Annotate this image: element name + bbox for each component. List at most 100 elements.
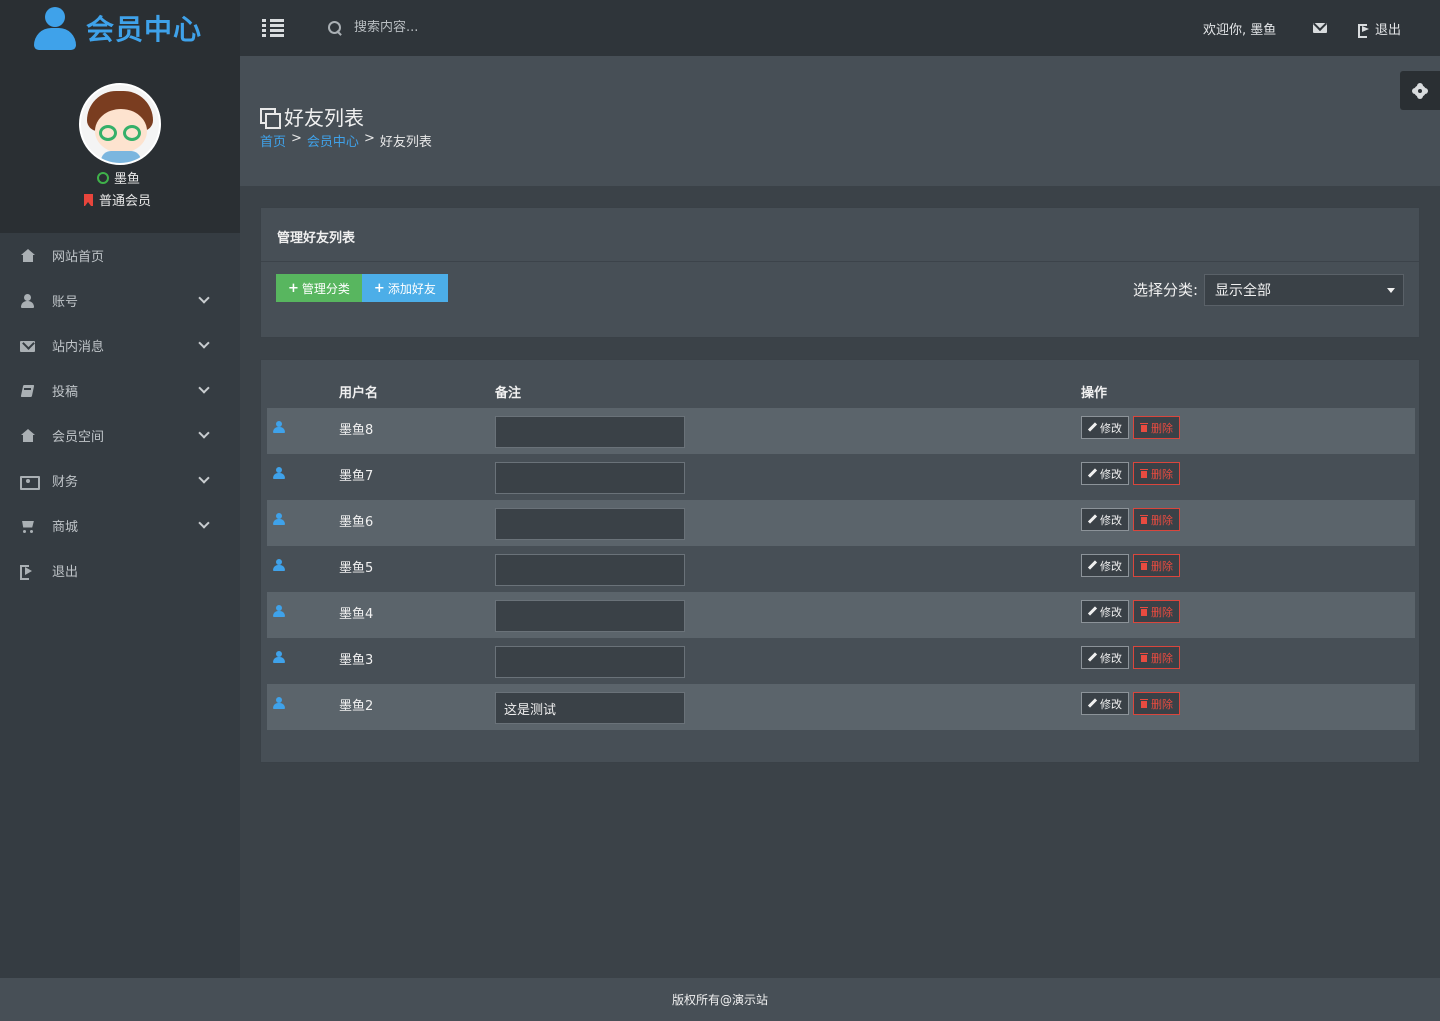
profile-name: 墨鱼 — [97, 168, 140, 187]
friend-note-input[interactable] — [495, 508, 685, 540]
edit-label: 修改 — [1100, 697, 1122, 711]
bookmark-icon — [84, 193, 93, 206]
sidebar-item-label: 网站首页 — [52, 250, 105, 265]
sidebar-item[interactable]: 退出 — [0, 548, 240, 593]
envelope-icon — [20, 339, 36, 353]
edit-button[interactable]: 修改 — [1081, 416, 1129, 439]
user-icon — [273, 651, 285, 663]
sidebar-item[interactable]: 投稿 — [0, 368, 240, 413]
edit-button[interactable]: 修改 — [1081, 600, 1129, 623]
row-actions: 修改 删除 — [1081, 416, 1180, 439]
sidebar-item-label: 商城 — [52, 520, 79, 535]
friends-table: 用户名 备注 操作 墨鱼8 修改 删除 墨鱼7 修改 删除 墨鱼6 修改 删除 墨鱼5 修改 删除 墨鱼… — [260, 359, 1420, 763]
row-actions: 修改 删除 — [1081, 508, 1180, 531]
friend-username: 墨鱼8 — [339, 423, 374, 438]
sidebar-item[interactable]: 财务 — [0, 458, 240, 503]
manage-friends-panel: 管理好友列表 + 管理分类 + 添加好友 选择分类: 显示全部 — [260, 207, 1420, 338]
category-select[interactable]: 显示全部 — [1204, 274, 1404, 306]
avatar[interactable] — [79, 83, 161, 165]
caret-down-icon — [1387, 288, 1395, 293]
edit-button[interactable]: 修改 — [1081, 508, 1129, 531]
friend-note-input[interactable] — [495, 554, 685, 586]
mail-icon[interactable] — [1313, 23, 1327, 33]
edit-button[interactable]: 修改 — [1081, 692, 1129, 715]
welcome-text: 欢迎你, 墨鱼 — [1203, 23, 1277, 38]
add-friend-button[interactable]: + 添加好友 — [361, 274, 448, 302]
trash-icon — [1140, 469, 1148, 478]
logout-link[interactable]: 退出 — [1358, 19, 1401, 38]
friend-note-input[interactable] — [495, 646, 685, 678]
user-icon — [273, 559, 285, 571]
friend-note-input[interactable] — [495, 462, 685, 494]
signout-icon — [20, 564, 36, 580]
chevron-down-icon[interactable] — [198, 517, 210, 529]
friend-username: 墨鱼6 — [339, 515, 374, 530]
column-header-username: 用户名 — [339, 386, 379, 401]
delete-label: 删除 — [1151, 651, 1173, 665]
breadcrumb-section[interactable]: 会员中心 — [307, 131, 359, 150]
friend-username: 墨鱼5 — [339, 561, 374, 576]
plus-icon: + — [373, 280, 385, 296]
sidebar-item[interactable]: 账号 — [0, 278, 240, 323]
delete-button[interactable]: 删除 — [1133, 416, 1180, 439]
row-actions: 修改 删除 — [1081, 600, 1180, 623]
delete-button[interactable]: 删除 — [1133, 508, 1180, 531]
page-header: 好友列表 首页 > 会员中心 > 好友列表 — [240, 56, 1440, 186]
logout-label: 退出 — [1375, 23, 1402, 38]
trash-icon — [1140, 561, 1148, 570]
sidebar-item[interactable]: 站内消息 — [0, 323, 240, 368]
trash-icon — [1140, 653, 1148, 662]
delete-button[interactable]: 删除 — [1133, 692, 1180, 715]
search-icon[interactable] — [328, 20, 342, 35]
settings-button[interactable] — [1400, 71, 1440, 110]
top-bar: 会员中心 欢迎你, 墨鱼 退出 — [0, 0, 1440, 56]
user-icon — [273, 467, 285, 479]
logo[interactable]: 会员中心 — [0, 0, 240, 56]
edit-label: 修改 — [1100, 467, 1122, 481]
breadcrumb: 首页 > 会员中心 > 好友列表 — [260, 131, 432, 150]
breadcrumb-separator: > — [363, 131, 375, 146]
home-icon — [20, 428, 36, 443]
sidebar-item[interactable]: 网站首页 — [0, 233, 240, 278]
chevron-down-icon[interactable] — [198, 382, 210, 394]
delete-button[interactable]: 删除 — [1133, 646, 1180, 669]
chevron-down-icon[interactable] — [198, 472, 210, 484]
friend-note-input[interactable] — [495, 416, 685, 448]
chevron-down-icon[interactable] — [198, 292, 210, 304]
pencil-icon — [1088, 653, 1097, 662]
edit-button[interactable]: 修改 — [1081, 462, 1129, 485]
category-filter-label: 选择分类: — [1133, 281, 1199, 299]
edit-button[interactable]: 修改 — [1081, 554, 1129, 577]
edit-label: 修改 — [1100, 605, 1122, 619]
page-title: 好友列表 — [260, 102, 364, 131]
money-icon — [20, 474, 40, 490]
copy-icon — [260, 107, 281, 129]
member-level: 普通会员 — [84, 190, 151, 209]
list-menu-icon[interactable] — [262, 19, 284, 37]
edit-label: 修改 — [1100, 513, 1122, 527]
edit-label: 修改 — [1100, 651, 1122, 665]
delete-button[interactable]: 删除 — [1133, 600, 1180, 623]
breadcrumb-home[interactable]: 首页 — [260, 131, 286, 150]
sidebar-item[interactable]: 会员空间 — [0, 413, 240, 458]
user-icon — [273, 697, 285, 709]
manage-category-label: 管理分类 — [301, 281, 350, 296]
edit-button[interactable]: 修改 — [1081, 646, 1129, 669]
manage-category-button[interactable]: + 管理分类 — [276, 274, 362, 302]
delete-button[interactable]: 删除 — [1133, 462, 1180, 485]
friend-note-input[interactable] — [495, 692, 685, 724]
column-header-note: 备注 — [495, 386, 522, 401]
sidebar-item[interactable]: 商城 — [0, 503, 240, 548]
user-icon — [273, 605, 285, 617]
online-status-icon — [97, 171, 109, 184]
friend-note-input[interactable] — [495, 600, 685, 632]
search-input[interactable] — [354, 20, 554, 35]
delete-button[interactable]: 删除 — [1133, 554, 1180, 577]
pencil-icon — [1088, 515, 1097, 524]
category-select-value: 显示全部 — [1215, 283, 1271, 299]
sidebar-nav: 网站首页账号 站内消息 投稿 会员空间 财务商城退出 — [0, 233, 240, 593]
logo-text: 会员中心 — [86, 13, 203, 46]
chevron-down-icon[interactable] — [198, 427, 210, 439]
chevron-down-icon[interactable] — [198, 337, 210, 349]
action-button-group: + 管理分类 + 添加好友 — [276, 274, 448, 302]
